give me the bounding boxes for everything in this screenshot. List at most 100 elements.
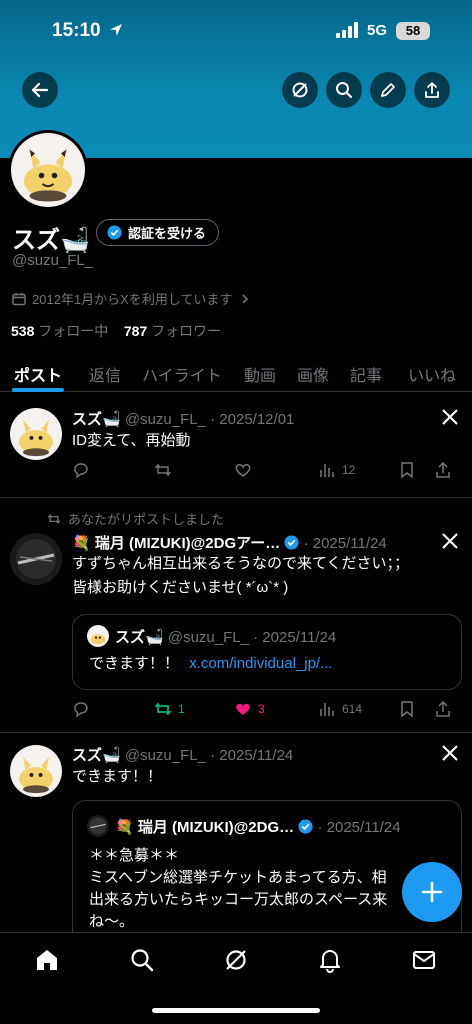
profile-handle: @suzu_FL_ bbox=[12, 252, 94, 269]
heart-icon bbox=[235, 463, 251, 477]
x-logo-icon[interactable] bbox=[440, 531, 460, 551]
status-time: 15:10 bbox=[52, 20, 101, 41]
like-button[interactable]: 3 bbox=[234, 699, 265, 719]
like-button[interactable] bbox=[234, 460, 252, 480]
quote-avatar bbox=[87, 625, 109, 647]
repost-button[interactable]: 1 bbox=[154, 699, 185, 719]
mizuki-avatar-image bbox=[10, 533, 62, 585]
profile-tabs: ポスト 返信 ハイライト 動画 画像 記事 いいね bbox=[0, 352, 472, 392]
views-button[interactable]: 614 bbox=[318, 699, 362, 719]
share-icon bbox=[425, 82, 439, 98]
location-arrow-icon bbox=[110, 24, 122, 36]
search-button[interactable] bbox=[326, 72, 362, 108]
nav-grok[interactable] bbox=[223, 947, 249, 973]
share-post-button[interactable] bbox=[434, 460, 452, 480]
tab-highlights[interactable]: ハイライト bbox=[142, 362, 222, 386]
views-count: 12 bbox=[342, 463, 356, 477]
quote-author-name: スズ🛁 bbox=[115, 629, 164, 646]
share-icon bbox=[436, 700, 450, 717]
chevron-right-icon bbox=[242, 293, 249, 304]
quote-text: できます！！ x.com/individual_jp/... bbox=[89, 653, 333, 675]
quote-date: · 2025/11/24 bbox=[253, 629, 337, 646]
nav-home[interactable] bbox=[34, 947, 60, 973]
post-avatar[interactable] bbox=[10, 533, 62, 585]
bookmark-icon bbox=[401, 462, 413, 479]
home-icon bbox=[37, 950, 57, 970]
post-author-handle: @suzu_FL_ bbox=[124, 747, 206, 764]
reply-icon bbox=[74, 463, 88, 479]
repost-count: 1 bbox=[178, 702, 185, 716]
back-arrow-icon bbox=[31, 82, 49, 98]
signal-icon bbox=[336, 22, 358, 38]
repost-indicator: あなたがリポストしました bbox=[46, 509, 224, 528]
mizuki-avatar-image bbox=[87, 815, 109, 837]
post-header: 💐 瑞月 (MIZUKI)@2DGアー… · 2025/11/24 bbox=[72, 532, 387, 553]
tab-images[interactable]: 画像 bbox=[297, 362, 329, 386]
repost-icon bbox=[154, 463, 172, 477]
post-avatar[interactable] bbox=[10, 408, 62, 460]
active-tab-indicator bbox=[12, 388, 64, 392]
reply-button[interactable] bbox=[72, 460, 90, 480]
post-author-name[interactable]: スズ🛁 bbox=[72, 411, 121, 428]
compose-button[interactable] bbox=[402, 862, 462, 922]
views-chart-icon bbox=[320, 464, 334, 477]
post-avatar[interactable] bbox=[10, 745, 62, 797]
get-verified-label: 認証を受ける bbox=[128, 226, 207, 241]
followers-count: 787 bbox=[123, 323, 148, 339]
post-date: · 2025/11/24 bbox=[210, 747, 294, 764]
followers-label: フォロワー bbox=[151, 323, 222, 339]
post-header: スズ🛁 @suzu_FL_ · 2025/12/01 bbox=[72, 408, 294, 429]
battery-indicator: 58 bbox=[396, 22, 430, 40]
verified-badge-icon bbox=[298, 819, 313, 834]
x-logo-icon[interactable] bbox=[440, 407, 460, 427]
post-text-line-1: すずちゃん相互出来るそうなので来てください；； bbox=[72, 555, 410, 572]
mimikyu-avatar-image bbox=[10, 408, 62, 460]
back-button[interactable] bbox=[22, 72, 58, 108]
joined-date[interactable]: 2012年1月からXを利用しています bbox=[12, 289, 252, 308]
following-link[interactable]: 538 フォロー中 bbox=[11, 323, 108, 339]
grok-icon bbox=[226, 950, 246, 970]
tab-articles[interactable]: 記事 bbox=[350, 362, 382, 386]
x-logo-icon[interactable] bbox=[440, 743, 460, 763]
profile-avatar[interactable] bbox=[8, 130, 88, 210]
quoted-post[interactable]: スズ🛁 @suzu_FL_ · 2025/11/24 できます！！ x.com/… bbox=[72, 614, 462, 690]
post-author-name[interactable]: スズ🛁 bbox=[72, 747, 121, 764]
reply-button[interactable] bbox=[72, 699, 90, 719]
bookmark-button[interactable] bbox=[398, 699, 416, 719]
edit-button[interactable] bbox=[370, 72, 406, 108]
tab-replies[interactable]: 返信 bbox=[89, 362, 121, 386]
followers-link[interactable]: 787 フォロワー bbox=[124, 323, 221, 339]
tab-posts[interactable]: ポスト bbox=[14, 362, 62, 386]
following-label: フォロー中 bbox=[38, 323, 109, 339]
share-button[interactable] bbox=[414, 72, 450, 108]
quote-line-1: ＊＊急募＊＊ bbox=[89, 847, 180, 864]
quote-header: 💐 瑞月 (MIZUKI)@2DG… · 2025/11/24 bbox=[115, 816, 401, 837]
views-button[interactable]: 12 bbox=[318, 460, 355, 480]
quote-body: できます！！ bbox=[89, 655, 180, 672]
bookmark-button[interactable] bbox=[398, 460, 416, 480]
quoted-post[interactable]: 💐 瑞月 (MIZUKI)@2DG… · 2025/11/24 ＊＊急募＊＊ ミ… bbox=[72, 800, 462, 940]
heart-filled-icon bbox=[236, 703, 250, 715]
grok-button[interactable] bbox=[282, 72, 318, 108]
repost-button[interactable] bbox=[154, 460, 172, 480]
nav-messages[interactable] bbox=[411, 947, 437, 973]
quote-link[interactable]: x.com/individual_jp/... bbox=[189, 655, 332, 672]
mail-icon bbox=[413, 951, 435, 969]
post-author-name[interactable]: 💐 瑞月 (MIZUKI)@2DGアー… bbox=[72, 535, 280, 552]
quote-author-name: 💐 瑞月 (MIZUKI)@2DG… bbox=[115, 819, 295, 836]
like-count: 3 bbox=[258, 702, 265, 716]
quote-line-4: ね〜。 bbox=[89, 913, 135, 930]
nav-search[interactable] bbox=[129, 947, 155, 973]
tab-likes[interactable]: いいね bbox=[408, 362, 456, 386]
tab-videos[interactable]: 動画 bbox=[244, 362, 276, 386]
nav-notifications[interactable] bbox=[317, 947, 343, 973]
repost-label: あなたがリポストしました bbox=[68, 512, 225, 527]
grok-icon bbox=[292, 82, 308, 98]
get-verified-button[interactable]: 認証を受ける bbox=[96, 219, 220, 246]
bell-icon bbox=[320, 950, 340, 973]
post-text-line-2: 皆様お助けくださいませ( *´ω`* ) bbox=[72, 579, 289, 596]
views-count: 614 bbox=[342, 702, 363, 716]
follow-counts: 538 フォロー中 787 フォロワー bbox=[11, 321, 221, 341]
post-date: · 2025/11/24 bbox=[303, 535, 387, 552]
share-post-button[interactable] bbox=[434, 699, 452, 719]
